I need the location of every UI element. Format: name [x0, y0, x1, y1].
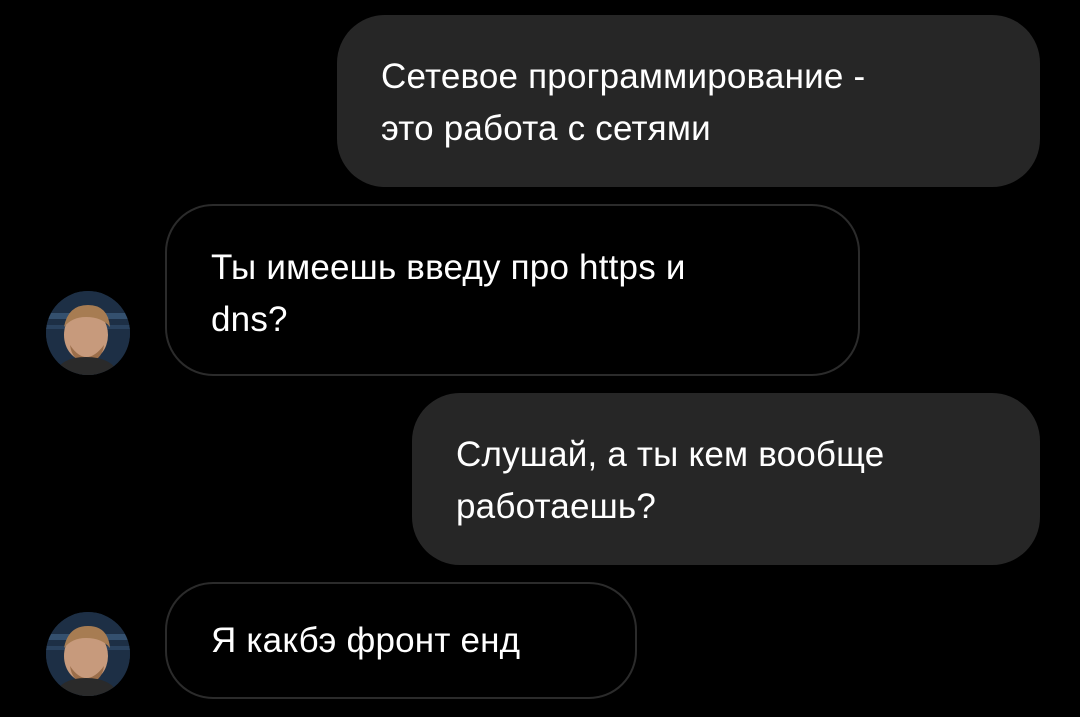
avatar-photo-icon	[46, 612, 130, 696]
message-incoming[interactable]: Я какбэ фронт енд	[165, 582, 637, 699]
contact-avatar[interactable]	[46, 612, 130, 696]
avatar-photo-icon	[46, 291, 130, 375]
message-outgoing[interactable]: Сетевое программирование - это работа с …	[337, 15, 1040, 187]
contact-avatar[interactable]	[46, 291, 130, 375]
message-text: Я какбэ фронт енд	[211, 621, 521, 660]
message-text: Сетевое программирование - это работа с …	[381, 57, 866, 148]
chat-thread: Сетевое программирование - это работа с …	[0, 0, 1080, 717]
message-outgoing[interactable]: Слушай, а ты кем вообще работаешь?	[412, 393, 1040, 565]
message-text: Ты имеешь введу про https и dns?	[211, 248, 686, 339]
message-incoming[interactable]: Ты имеешь введу про https и dns?	[165, 204, 860, 376]
message-text: Слушай, а ты кем вообще работаешь?	[456, 435, 885, 526]
